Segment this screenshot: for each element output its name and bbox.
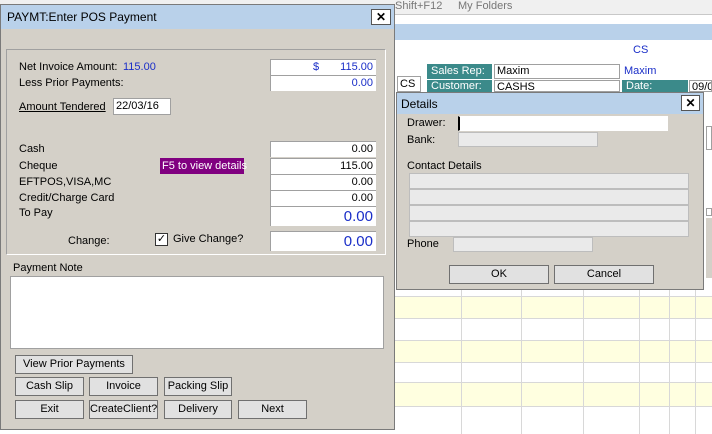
drawer-label: Drawer: — [407, 117, 446, 129]
net-invoice-total: 115.00 — [340, 61, 373, 73]
cheque-label: Cheque — [19, 160, 58, 172]
exit-button[interactable]: Exit — [15, 400, 84, 419]
payment-title-bar[interactable]: PAYMT:Enter POS Payment ✕ — [1, 5, 394, 29]
bank-input[interactable] — [458, 132, 598, 147]
grid-row[interactable] — [395, 340, 712, 362]
details-title-bar[interactable]: Details ✕ — [397, 93, 703, 114]
sales-rep-field[interactable]: Maxim — [494, 64, 620, 79]
bank-label: Bank: — [407, 134, 436, 146]
contact-line-1[interactable] — [409, 173, 689, 189]
customer-field[interactable]: CASHS — [494, 80, 620, 92]
menu-item-shortcut[interactable]: Shift+F12 — [395, 0, 442, 13]
amount-tendered-field[interactable]: 22/03/16 — [113, 98, 171, 115]
date-label: Date: — [622, 80, 688, 92]
cheque-field[interactable]: 115.00 — [270, 158, 376, 174]
change-label: Change: — [68, 235, 110, 247]
to-pay-field: 0.00 — [270, 206, 376, 226]
contact-details-label: Contact Details — [407, 160, 482, 172]
cs-box: CS — [397, 76, 421, 92]
cash-slip-button[interactable]: Cash Slip — [15, 377, 84, 396]
less-prior-field: 0.00 — [270, 75, 376, 91]
net-invoice-total-field: $ 115.00 — [270, 59, 376, 75]
menu-item-folders[interactable]: My Folders — [458, 0, 512, 13]
currency-symbol: $ — [313, 61, 320, 73]
payment-note-label: Payment Note — [13, 262, 83, 274]
sales-rep-right: Maxim — [624, 65, 657, 77]
contact-line-2[interactable] — [409, 189, 689, 205]
grid-row[interactable] — [395, 296, 712, 318]
to-pay-label: To Pay — [19, 207, 53, 219]
ok-button[interactable]: OK — [449, 265, 549, 284]
edge-field-1 — [706, 126, 712, 150]
details-close-button[interactable]: ✕ — [681, 95, 700, 111]
payment-note-input[interactable] — [10, 276, 384, 349]
close-icon: ✕ — [375, 10, 387, 24]
close-icon: ✕ — [685, 96, 696, 110]
change-field: 0.00 — [270, 231, 376, 251]
checkmark-icon: ✓ — [156, 233, 167, 245]
payment-dialog-title: PAYMT:Enter POS Payment — [7, 10, 157, 24]
details-dialog: Details ✕ Drawer: Bank: Contact Details … — [396, 92, 704, 290]
drawer-input[interactable] — [458, 116, 668, 131]
eftpos-field[interactable]: 0.00 — [270, 174, 376, 190]
date-field[interactable]: 09/0 — [689, 80, 712, 92]
grey-strip — [706, 218, 712, 278]
details-dialog-title: Details — [401, 97, 438, 111]
phone-label: Phone — [407, 238, 439, 250]
edge-field-2 — [706, 208, 712, 216]
credit-card-field[interactable]: 0.00 — [270, 190, 376, 206]
contact-line-4[interactable] — [409, 221, 689, 237]
f5-hint: F5 to view details — [160, 158, 247, 174]
amount-tendered-label: Amount Tendered — [19, 101, 106, 113]
packing-slip-button[interactable]: Packing Slip — [164, 377, 232, 396]
give-change-checkbox[interactable]: ✓ — [155, 233, 168, 246]
cash-label: Cash — [19, 143, 45, 155]
phone-input[interactable] — [453, 237, 593, 252]
net-invoice-label: Net Invoice Amount: — [19, 61, 118, 73]
credit-card-label: Credit/Charge Card — [19, 192, 115, 204]
create-client-button[interactable]: CreateClient? — [89, 400, 158, 419]
give-change-label[interactable]: Give Change? — [173, 233, 243, 246]
sales-rep-label: Sales Rep: — [427, 64, 492, 79]
cash-field[interactable]: 0.00 — [270, 141, 376, 157]
header-band — [395, 24, 712, 40]
net-invoice-value: 115.00 — [123, 61, 156, 73]
delivery-button[interactable]: Delivery — [164, 400, 232, 419]
next-button[interactable]: Next — [238, 400, 307, 419]
payment-dialog: PAYMT:Enter POS Payment ✕ Net Invoice Am… — [0, 4, 395, 430]
cs-header: CS — [633, 44, 649, 56]
cancel-button[interactable]: Cancel — [554, 265, 654, 284]
less-prior-label: Less Prior Payments: — [19, 77, 124, 89]
contact-line-3[interactable] — [409, 205, 689, 221]
grid-row[interactable] — [395, 382, 712, 406]
close-button[interactable]: ✕ — [371, 9, 391, 25]
view-prior-payments-button[interactable]: View Prior Payments — [15, 355, 133, 374]
data-grid[interactable] — [395, 284, 712, 434]
eftpos-label: EFTPOS,VISA,MC — [19, 176, 112, 188]
customer-label: Customer: — [427, 80, 492, 92]
invoice-button[interactable]: Invoice — [89, 377, 158, 396]
